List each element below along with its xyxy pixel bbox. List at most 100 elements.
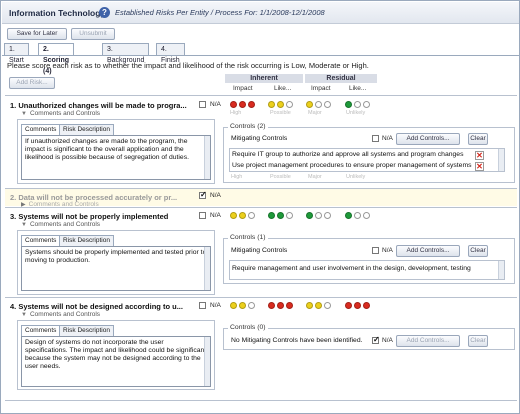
- rating-dot-green[interactable]: [268, 212, 275, 219]
- rating-dot-yellow[interactable]: [315, 302, 322, 309]
- tab-comments[interactable]: Comments: [21, 124, 61, 135]
- tab-start[interactable]: 1. Start: [4, 43, 29, 64]
- rating-dot-red[interactable]: [239, 101, 246, 108]
- na-checkbox[interactable]: [199, 212, 206, 219]
- rating-dot-red[interactable]: [230, 101, 237, 108]
- rating-dot-empty[interactable]: [324, 101, 331, 108]
- comments-and-controls-label: Comments and Controls: [29, 110, 101, 117]
- rating-caption: Unlikely: [346, 174, 366, 180]
- rating-dot-green[interactable]: [345, 212, 352, 219]
- title-bar: Information Technology ? Established Ris…: [2, 2, 519, 24]
- comments-and-controls-toggle[interactable]: ▼ Comments and Controls: [21, 110, 100, 117]
- rating-dot-yellow[interactable]: [239, 302, 246, 309]
- remove-control-icon[interactable]: ✕: [475, 151, 484, 160]
- rating-dot-yellow[interactable]: [277, 101, 284, 108]
- scrollbar[interactable]: [204, 136, 210, 179]
- tab-risk-description[interactable]: Risk Description: [59, 124, 114, 135]
- add-controls-button[interactable]: Add Controls...: [396, 245, 460, 257]
- control-item: Require management and user involvement …: [232, 265, 471, 272]
- collapse-triangle-icon: ▼: [21, 222, 27, 228]
- na-checkbox[interactable]: [372, 135, 379, 142]
- tab-background[interactable]: 3. Background: [102, 43, 150, 64]
- comments-panel: Comments Risk Description Systems should…: [17, 230, 215, 295]
- comments-and-controls-toggle[interactable]: ▼ Comments and Controls: [21, 221, 100, 228]
- rating-dot-green[interactable]: [277, 212, 284, 219]
- scrollbar[interactable]: [204, 337, 210, 386]
- rating-dot-empty[interactable]: [354, 101, 361, 108]
- collapse-triangle-icon: ▼: [21, 312, 27, 318]
- clear-button[interactable]: Clear: [468, 245, 488, 257]
- na-checkbox[interactable]: [199, 302, 206, 309]
- scrollbar[interactable]: [498, 261, 504, 279]
- na-checkbox[interactable]: [372, 247, 379, 254]
- comment-textarea[interactable]: Systems should be properly implemented a…: [21, 246, 211, 291]
- rating-dot-yellow[interactable]: [306, 302, 313, 309]
- rating-dot-empty[interactable]: [324, 212, 331, 219]
- control-item: Require IT group to authorize and approv…: [232, 151, 464, 158]
- add-risk-button[interactable]: Add Risk...: [9, 77, 55, 89]
- controls-legend: Controls (2): [228, 123, 268, 130]
- instructions-text: Please score each risk as to whether the…: [7, 61, 369, 70]
- mitigating-controls-label: Mitigating Controls: [231, 135, 288, 142]
- mitigating-controls-label: Mitigating Controls: [231, 247, 288, 254]
- grid-line: [5, 207, 517, 208]
- rating-dot-yellow[interactable]: [306, 101, 313, 108]
- na-checkbox[interactable]: [199, 101, 206, 108]
- comments-and-controls-toggle[interactable]: ▼ Comments and Controls: [21, 311, 100, 318]
- rating-caption: Possible: [270, 110, 291, 116]
- na-label: N/A: [382, 135, 393, 142]
- add-controls-button[interactable]: Add Controls...: [396, 335, 460, 347]
- scrollbar[interactable]: [498, 149, 504, 171]
- control-item: Use project management procedures to ens…: [232, 162, 472, 169]
- rating-dot-red[interactable]: [248, 101, 255, 108]
- rating-dot-empty[interactable]: [324, 302, 331, 309]
- rating-dot-yellow[interactable]: [230, 302, 237, 309]
- na-checkbox[interactable]: [199, 190, 207, 199]
- clear-button[interactable]: Clear: [468, 335, 488, 347]
- rating-dot-red[interactable]: [354, 302, 361, 309]
- comment-textarea[interactable]: If unauthorized changes are made to the …: [21, 135, 211, 180]
- rating-dot-yellow[interactable]: [239, 212, 246, 219]
- rating-dot-empty[interactable]: [248, 302, 255, 309]
- rating-dot-green[interactable]: [306, 212, 313, 219]
- rating-dot-empty[interactable]: [286, 212, 293, 219]
- tab-risk-description[interactable]: Risk Description: [59, 325, 114, 336]
- rating-dot-empty[interactable]: [286, 101, 293, 108]
- remove-control-icon[interactable]: ✕: [475, 162, 484, 171]
- scrollbar[interactable]: [204, 247, 210, 290]
- rating-dot-empty[interactable]: [363, 101, 370, 108]
- help-icon[interactable]: ?: [99, 7, 110, 18]
- rating-dot-red[interactable]: [268, 302, 275, 309]
- rating-caption: Possible: [270, 174, 291, 180]
- rating-dot-red[interactable]: [277, 302, 284, 309]
- rating-dot-yellow[interactable]: [268, 101, 275, 108]
- rating-dot-red[interactable]: [363, 302, 370, 309]
- rating-dot-red[interactable]: [345, 302, 352, 309]
- grid-line: [5, 297, 517, 298]
- add-controls-button[interactable]: Add Controls...: [396, 133, 460, 145]
- tab-comments[interactable]: Comments: [21, 325, 61, 336]
- na-checkbox[interactable]: [372, 335, 380, 344]
- rating-caption: High: [230, 110, 242, 116]
- tab-comments[interactable]: Comments: [21, 235, 61, 246]
- risk-title[interactable]: 1. Unauthorized changes will be made to …: [10, 101, 195, 110]
- risk-title[interactable]: 4. Systems will not be designed accordin…: [10, 302, 195, 311]
- rating-dot-empty[interactable]: [354, 212, 361, 219]
- inherent-impact-header: Impact: [233, 85, 253, 92]
- unsubmit-button[interactable]: Unsubmit: [71, 28, 115, 40]
- tab-finish[interactable]: 4. Finish: [156, 43, 185, 64]
- risk-title[interactable]: 3. Systems will not be properly implemen…: [10, 212, 195, 221]
- rating-dot-empty[interactable]: [315, 212, 322, 219]
- rating-dot-empty[interactable]: [363, 212, 370, 219]
- rating-dot-yellow[interactable]: [230, 212, 237, 219]
- tab-divider: [2, 55, 520, 56]
- inherent-header: Inherent: [225, 74, 303, 83]
- rating-dot-green[interactable]: [345, 101, 352, 108]
- rating-dot-empty[interactable]: [248, 212, 255, 219]
- tab-risk-description[interactable]: Risk Description: [59, 235, 114, 246]
- rating-dot-empty[interactable]: [315, 101, 322, 108]
- comment-textarea[interactable]: Design of systems do not incorporate the…: [21, 336, 211, 387]
- rating-dot-red[interactable]: [286, 302, 293, 309]
- clear-button[interactable]: Clear: [468, 133, 488, 145]
- save-for-later-button[interactable]: Save for Later: [7, 28, 67, 40]
